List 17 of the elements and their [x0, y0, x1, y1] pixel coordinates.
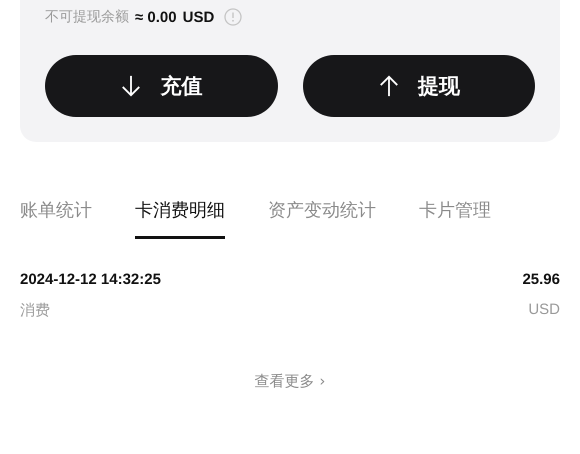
transaction-type: 消费	[20, 301, 50, 320]
tab[interactable]: 账单统计	[20, 198, 92, 239]
tab[interactable]: 卡片管理	[419, 198, 491, 239]
view-more-link[interactable]: 查看更多 ›	[254, 372, 326, 391]
tab[interactable]: 卡消费明细	[135, 198, 225, 239]
currency-label: USD	[182, 8, 214, 26]
balance-label: 不可提现余额	[45, 8, 129, 26]
action-button[interactable]: 提现	[302, 55, 535, 117]
tab[interactable]: 资产变动统计	[268, 198, 376, 239]
balance-value: ≈ 0.00	[135, 8, 177, 26]
info-icon[interactable]	[224, 8, 242, 26]
arrow-down-icon	[120, 74, 142, 98]
action-button[interactable]: 充值	[45, 55, 278, 117]
arrow-up-icon	[378, 74, 400, 98]
transaction-time: 2024-12-12 14:32:25	[20, 271, 161, 288]
transaction-amount: 25.96	[522, 271, 560, 288]
transaction-currency: USD	[528, 301, 560, 320]
